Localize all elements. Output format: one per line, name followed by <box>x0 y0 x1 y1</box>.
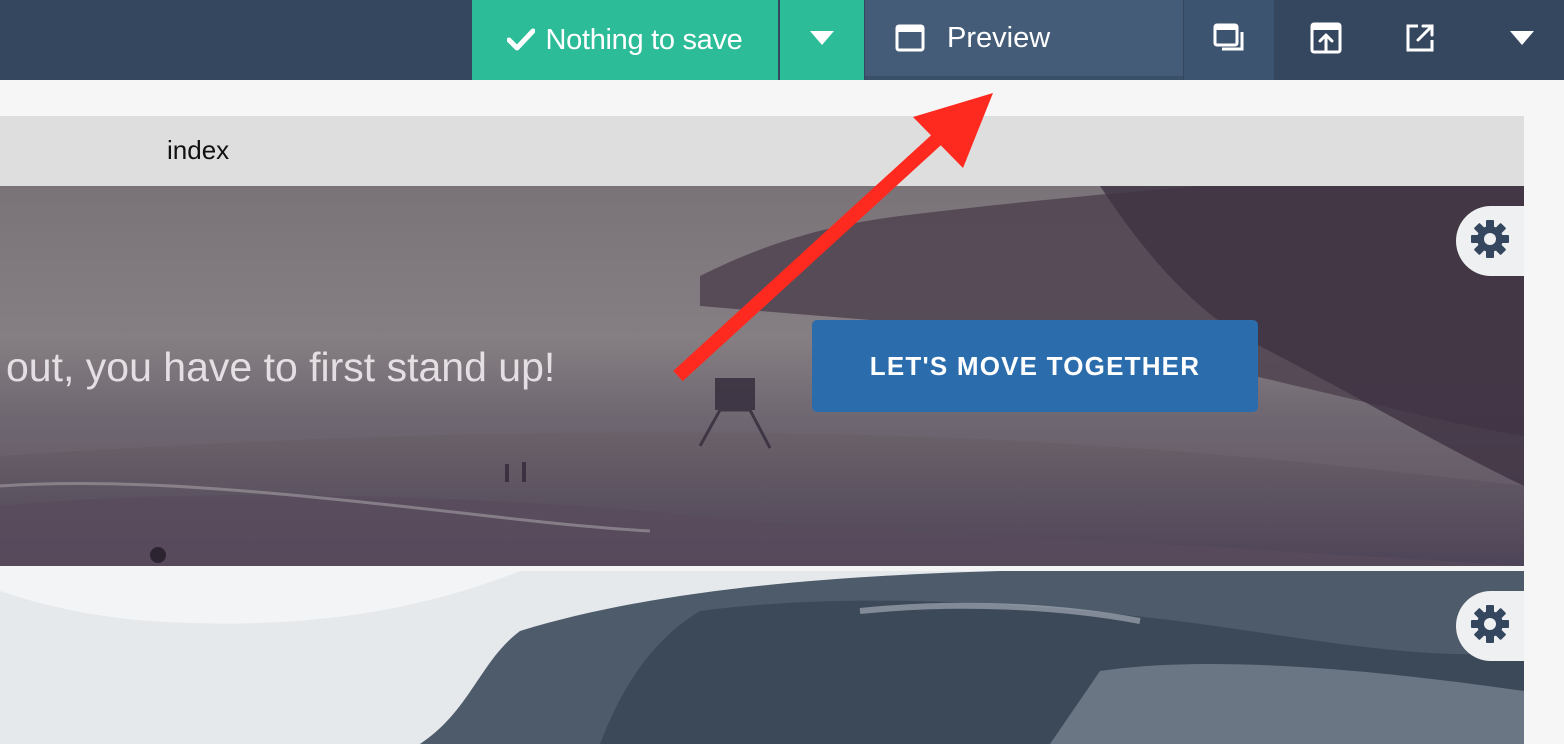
page-tab-index[interactable]: index <box>167 135 229 166</box>
gear-icon <box>1469 218 1511 265</box>
top-toolbar: Nothing to save Preview <box>0 0 1564 80</box>
caret-down-icon <box>1510 30 1534 50</box>
hero-headline: out, you have to first stand up! <box>6 344 556 390</box>
responsive-view-icon <box>1213 23 1245 58</box>
page-tab-bar: index <box>0 116 1524 186</box>
cta-button[interactable]: LET'S MOVE TOGETHER <box>812 320 1258 412</box>
section-settings-button[interactable] <box>1456 206 1524 276</box>
check-icon <box>507 28 536 52</box>
publish-button[interactable] <box>1286 0 1366 80</box>
preview-button[interactable]: Preview <box>865 0 1183 76</box>
sky-section <box>0 571 1524 744</box>
open-external-button[interactable] <box>1380 0 1460 80</box>
hero-section: out, you have to first stand up! LET'S M… <box>0 186 1524 566</box>
cta-button-label: LET'S MOVE TOGETHER <box>869 350 1201 381</box>
browser-window-icon <box>895 24 925 52</box>
upload-icon <box>1310 22 1342 59</box>
preview-active-indicator <box>865 76 1183 80</box>
gear-icon <box>1469 603 1511 650</box>
caret-down-icon <box>810 30 834 50</box>
responsive-view-button[interactable] <box>1184 0 1274 80</box>
preview-button-label: Preview <box>947 21 1051 54</box>
storm-cloud-background-image <box>0 571 1524 744</box>
external-link-icon <box>1404 22 1436 59</box>
section-settings-button[interactable] <box>1456 591 1524 661</box>
more-options-dropdown[interactable] <box>1482 0 1562 80</box>
save-button-label: Nothing to save <box>545 23 743 56</box>
save-button[interactable]: Nothing to save <box>472 0 778 80</box>
save-options-dropdown[interactable] <box>780 0 864 80</box>
